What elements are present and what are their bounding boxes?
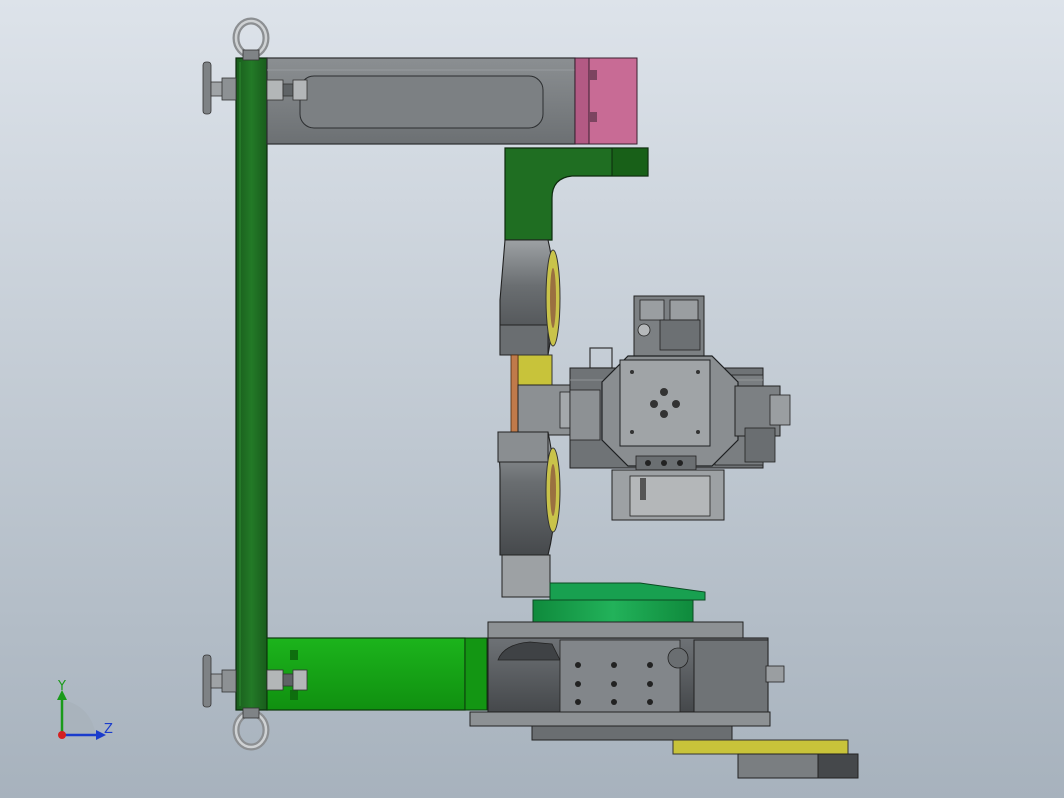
pink-coupling-block xyxy=(574,57,638,145)
vertical-frame-bar xyxy=(235,57,268,711)
cad-viewport[interactable]: Y Z xyxy=(0,0,1064,798)
top-gray-arm xyxy=(266,57,576,145)
yellow-spacer-block xyxy=(517,354,553,386)
turret-lower-block xyxy=(611,469,725,521)
turret-octagon-face xyxy=(601,355,739,471)
z-axis-label: Z xyxy=(104,722,113,737)
copper-strip xyxy=(510,354,519,436)
origin-marker xyxy=(58,731,66,739)
cad-model-drawing: Y Z xyxy=(0,0,1064,798)
teal-turntable xyxy=(532,582,706,625)
base-gearbox xyxy=(469,621,785,741)
central-hub xyxy=(517,384,575,436)
upper-drum-housing xyxy=(499,239,561,356)
y-axis-label: Y xyxy=(57,679,66,694)
